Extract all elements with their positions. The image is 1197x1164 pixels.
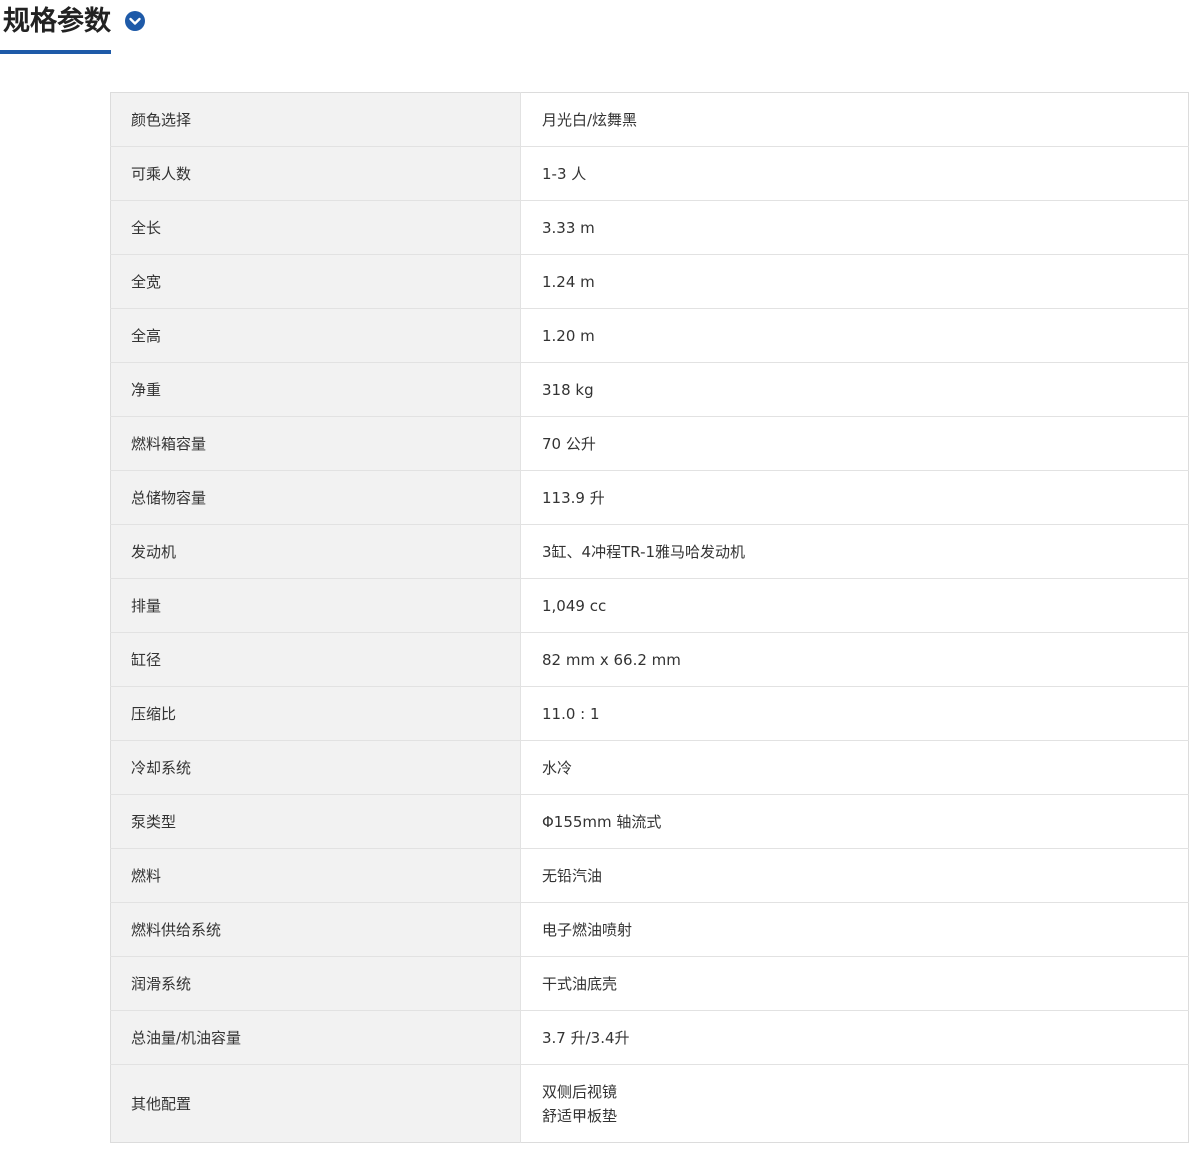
spec-label: 全宽 — [110, 254, 521, 309]
table-row: 可乘人数 1-3 人 — [110, 146, 1189, 201]
chevron-down-circle-icon[interactable] — [124, 10, 146, 32]
table-row: 全长 3.33 m — [110, 200, 1189, 255]
table-row: 发动机 3缸、4冲程TR-1雅马哈发动机 — [110, 524, 1189, 579]
table-row: 其他配置 双侧后视镜 舒适甲板垫 — [110, 1064, 1189, 1143]
spec-label: 润滑系统 — [110, 956, 521, 1011]
spec-label: 燃料 — [110, 848, 521, 903]
spec-value: 电子燃油喷射 — [520, 902, 1189, 957]
table-row: 全高 1.20 m — [110, 308, 1189, 363]
table-row: 燃料箱容量 70 公升 — [110, 416, 1189, 471]
table-row: 燃料 无铅汽油 — [110, 848, 1189, 903]
spec-value: 113.9 升 — [520, 470, 1189, 525]
spec-value: 318 kg — [520, 362, 1189, 417]
table-row: 润滑系统 干式油底壳 — [110, 956, 1189, 1011]
spec-value: 1.24 m — [520, 254, 1189, 309]
table-row: 净重 318 kg — [110, 362, 1189, 417]
table-row: 全宽 1.24 m — [110, 254, 1189, 309]
table-row: 压缩比 11.0 : 1 — [110, 686, 1189, 741]
spec-label: 总储物容量 — [110, 470, 521, 525]
spec-label: 其他配置 — [110, 1064, 521, 1143]
spec-value: 干式油底壳 — [520, 956, 1189, 1011]
section-title: 规格参数 — [3, 6, 111, 37]
spec-label: 泵类型 — [110, 794, 521, 849]
spec-value: 82 mm x 66.2 mm — [520, 632, 1189, 687]
spec-label: 总油量/机油容量 — [110, 1010, 521, 1065]
table-row: 泵类型 Φ155mm 轴流式 — [110, 794, 1189, 849]
chevron-down-circle-icon-graphic — [125, 11, 145, 31]
spec-label: 全长 — [110, 200, 521, 255]
spec-label: 可乘人数 — [110, 146, 521, 201]
spec-label: 净重 — [110, 362, 521, 417]
spec-value: Φ155mm 轴流式 — [520, 794, 1189, 849]
spec-value: 水冷 — [520, 740, 1189, 795]
table-row: 总储物容量 113.9 升 — [110, 470, 1189, 525]
table-row: 排量 1,049 cc — [110, 578, 1189, 633]
spec-value-line: 舒适甲板垫 — [542, 1106, 618, 1125]
spec-label: 颜色选择 — [110, 92, 521, 147]
spec-value: 11.0 : 1 — [520, 686, 1189, 741]
spec-label: 燃料箱容量 — [110, 416, 521, 471]
spec-value: 1,049 cc — [520, 578, 1189, 633]
spec-label: 排量 — [110, 578, 521, 633]
spec-value: 1-3 人 — [520, 146, 1189, 201]
spec-label: 燃料供给系统 — [110, 902, 521, 957]
spec-value: 月光白/炫舞黑 — [520, 92, 1189, 147]
table-row: 缸径 82 mm x 66.2 mm — [110, 632, 1189, 687]
spec-value-line: 双侧后视镜 — [542, 1082, 618, 1101]
spec-value: 70 公升 — [520, 416, 1189, 471]
spec-value: 无铅汽油 — [520, 848, 1189, 903]
spec-table: 颜色选择 月光白/炫舞黑 可乘人数 1-3 人 全长 3.33 m 全宽 1.2… — [110, 92, 1189, 1143]
spec-value: 3.33 m — [520, 200, 1189, 255]
spec-value: 3缸、4冲程TR-1雅马哈发动机 — [520, 524, 1189, 579]
table-row: 颜色选择 月光白/炫舞黑 — [110, 92, 1189, 147]
spec-value: 1.20 m — [520, 308, 1189, 363]
section-title-underline: 规格参数 — [0, 0, 111, 54]
spec-label: 全高 — [110, 308, 521, 363]
table-row: 冷却系统 水冷 — [110, 740, 1189, 795]
spec-label: 压缩比 — [110, 686, 521, 741]
spec-label: 冷却系统 — [110, 740, 521, 795]
section-header: 规格参数 — [0, 0, 146, 54]
table-row: 总油量/机油容量 3.7 升/3.4升 — [110, 1010, 1189, 1065]
spec-value-multiline: 双侧后视镜 舒适甲板垫 — [520, 1064, 1189, 1143]
spec-value: 3.7 升/3.4升 — [520, 1010, 1189, 1065]
spec-label: 缸径 — [110, 632, 521, 687]
spec-label: 发动机 — [110, 524, 521, 579]
table-row: 燃料供给系统 电子燃油喷射 — [110, 902, 1189, 957]
